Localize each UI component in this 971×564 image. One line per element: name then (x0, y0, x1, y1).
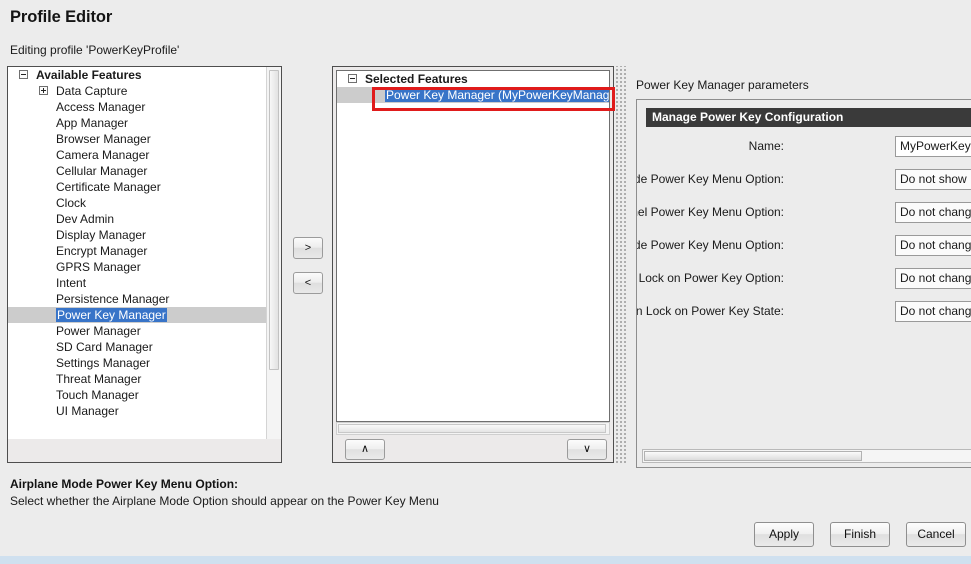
available-feature-item[interactable]: Camera Manager (8, 147, 281, 163)
available-feature-item[interactable]: Dev Admin (8, 211, 281, 227)
parameter-row: Automatic Screen Lock on Power Key State… (637, 299, 971, 323)
window-bottom-strip (0, 556, 971, 564)
available-feature-label: Encrypt Manager (56, 244, 148, 258)
available-feature-label: SD Card Manager (56, 340, 153, 354)
tree-root-label: Available Features (36, 68, 142, 82)
available-feature-item[interactable]: Persistence Manager (8, 291, 281, 307)
available-feature-item[interactable]: App Manager (8, 115, 281, 131)
parameter-row: Automatic Screen Lock on Power Key Optio… (637, 266, 971, 290)
page-subtitle: Editing profile 'PowerKeyProfile' (10, 43, 180, 57)
available-feature-label: App Manager (56, 116, 129, 130)
available-feature-label: Touch Manager (56, 388, 139, 402)
parameters-panel: Manage Power Key Configuration Name: MyPo… (636, 99, 971, 468)
finish-button[interactable]: Finish (830, 522, 890, 547)
available-feature-item[interactable]: Access Manager (8, 99, 281, 115)
selected-tree-horizontal-scrollbar[interactable] (336, 422, 610, 435)
available-feature-label: Settings Manager (56, 356, 151, 370)
selected-feature-label: Power Key Manager (MyPowerKeyManager) (385, 88, 609, 102)
parameter-label: Automatic Screen Lock on Power Key Optio… (637, 271, 784, 285)
available-feature-label: Dev Admin (56, 212, 115, 226)
parameters-section-header: Manage Power Key Configuration (646, 108, 971, 127)
parameter-dropdown[interactable]: Do not change (895, 301, 971, 322)
parameter-row: Airplane Mode Power Key Menu Option: Do n… (637, 167, 971, 191)
available-feature-label: Threat Manager (56, 372, 142, 386)
parameter-row: Safe Mode Power Key Menu Option: Do not c… (637, 233, 971, 257)
page-title: Profile Editor (10, 8, 113, 26)
add-feature-button[interactable]: > (293, 237, 323, 259)
available-feature-item[interactable]: GPRS Manager (8, 259, 281, 275)
available-feature-label: Browser Manager (56, 132, 151, 146)
parameter-row: Name: MyPowerKeyManager (637, 134, 971, 158)
available-feature-item[interactable]: Clock (8, 195, 281, 211)
help-title: Airplane Mode Power Key Menu Option: (10, 477, 239, 491)
selected-feature-item[interactable]: Power Key Manager (MyPowerKeyManager) (337, 87, 609, 103)
available-feature-label: Camera Manager (56, 148, 150, 162)
available-feature-label: Display Manager (56, 228, 147, 242)
available-feature-item[interactable]: Intent (8, 275, 281, 291)
available-feature-item[interactable]: Power Manager (8, 323, 281, 339)
available-feature-label: Access Manager (56, 100, 146, 114)
available-feature-item[interactable]: Display Manager (8, 227, 281, 243)
parameter-dropdown[interactable]: Do not change (895, 268, 971, 289)
available-feature-item[interactable]: Cellular Manager (8, 163, 281, 179)
available-features-tree[interactable]: Available Features Data Capture Access Ma… (8, 67, 281, 440)
available-feature-item[interactable]: Encrypt Manager (8, 243, 281, 259)
available-feature-item[interactable]: Power Key Manager (8, 307, 281, 323)
available-panel-footer-area (8, 439, 281, 462)
collapse-minus-icon[interactable] (19, 70, 28, 79)
available-feature-label: Persistence Manager (56, 292, 170, 306)
move-up-button[interactable]: ∧ (345, 439, 385, 460)
available-feature-label: Clock (56, 196, 87, 210)
available-feature-item[interactable]: UI Manager (8, 403, 281, 419)
parameter-dropdown[interactable]: Do not change (895, 235, 971, 256)
selected-features-panel: Selected Features Power Key Manager (MyP… (332, 66, 614, 463)
available-tree-vertical-scrollbar[interactable] (266, 67, 281, 439)
tree-root-label: Selected Features (365, 72, 468, 86)
available-feature-label: Power Key Manager (56, 308, 167, 322)
available-feature-label: Cellular Manager (56, 164, 148, 178)
available-feature-item[interactable]: Browser Manager (8, 131, 281, 147)
available-feature-item[interactable]: Certificate Manager (8, 179, 281, 195)
available-tree-scroll-thumb[interactable] (269, 70, 279, 370)
available-feature-item[interactable]: Data Capture (8, 83, 281, 99)
available-features-panel: Available Features Data Capture Access Ma… (7, 66, 282, 463)
parameter-label: Touch Panel Power Key Menu Option: (637, 205, 784, 219)
help-description: Select whether the Airplane Mode Option … (10, 494, 439, 508)
selected-features-tree[interactable]: Selected Features Power Key Manager (MyP… (336, 70, 610, 422)
available-feature-label: Certificate Manager (56, 180, 161, 194)
available-feature-item[interactable]: SD Card Manager (8, 339, 281, 355)
remove-feature-button[interactable]: < (293, 272, 323, 294)
expand-plus-icon[interactable] (39, 86, 48, 95)
selected-features-items: Power Key Manager (MyPowerKeyManager) (337, 87, 609, 103)
available-feature-label: GPRS Manager (56, 260, 141, 274)
parameter-text-input[interactable]: MyPowerKeyManager (895, 136, 971, 157)
parameters-panel-title: Power Key Manager parameters (636, 78, 809, 92)
selected-tree-scroll-thumb[interactable] (338, 424, 606, 433)
parameter-label: Automatic Screen Lock on Power Key State… (636, 304, 784, 318)
parameter-label: Safe Mode Power Key Menu Option: (637, 238, 784, 252)
available-feature-label: Power Manager (56, 324, 141, 338)
parameter-dropdown[interactable]: Do not change (895, 202, 971, 223)
parameter-label: Name: (748, 139, 784, 153)
available-feature-item[interactable]: Threat Manager (8, 371, 281, 387)
parameters-scroll-thumb[interactable] (644, 451, 862, 461)
collapse-minus-icon[interactable] (348, 74, 357, 83)
panel-splitter-sash[interactable] (616, 66, 628, 463)
parameter-label: Airplane Mode Power Key Menu Option: (637, 172, 784, 186)
available-feature-label: UI Manager (56, 404, 119, 418)
available-feature-item[interactable]: Touch Manager (8, 387, 281, 403)
available-features-items: Data Capture Access Manager App Manager Bro… (8, 83, 281, 419)
parameter-dropdown[interactable]: Do not show (895, 169, 971, 190)
tree-root-selected-features[interactable]: Selected Features (337, 71, 609, 87)
parameter-row: Touch Panel Power Key Menu Option: Do not… (637, 200, 971, 224)
available-feature-label: Data Capture (56, 84, 128, 98)
cancel-button[interactable]: Cancel (906, 522, 966, 547)
tree-root-available-features[interactable]: Available Features (8, 67, 281, 83)
parameters-horizontal-scrollbar[interactable] (642, 449, 971, 463)
available-feature-item[interactable]: Settings Manager (8, 355, 281, 371)
move-down-button[interactable]: ∨ (567, 439, 607, 460)
apply-button[interactable]: Apply (754, 522, 814, 547)
available-feature-label: Intent (56, 276, 87, 290)
